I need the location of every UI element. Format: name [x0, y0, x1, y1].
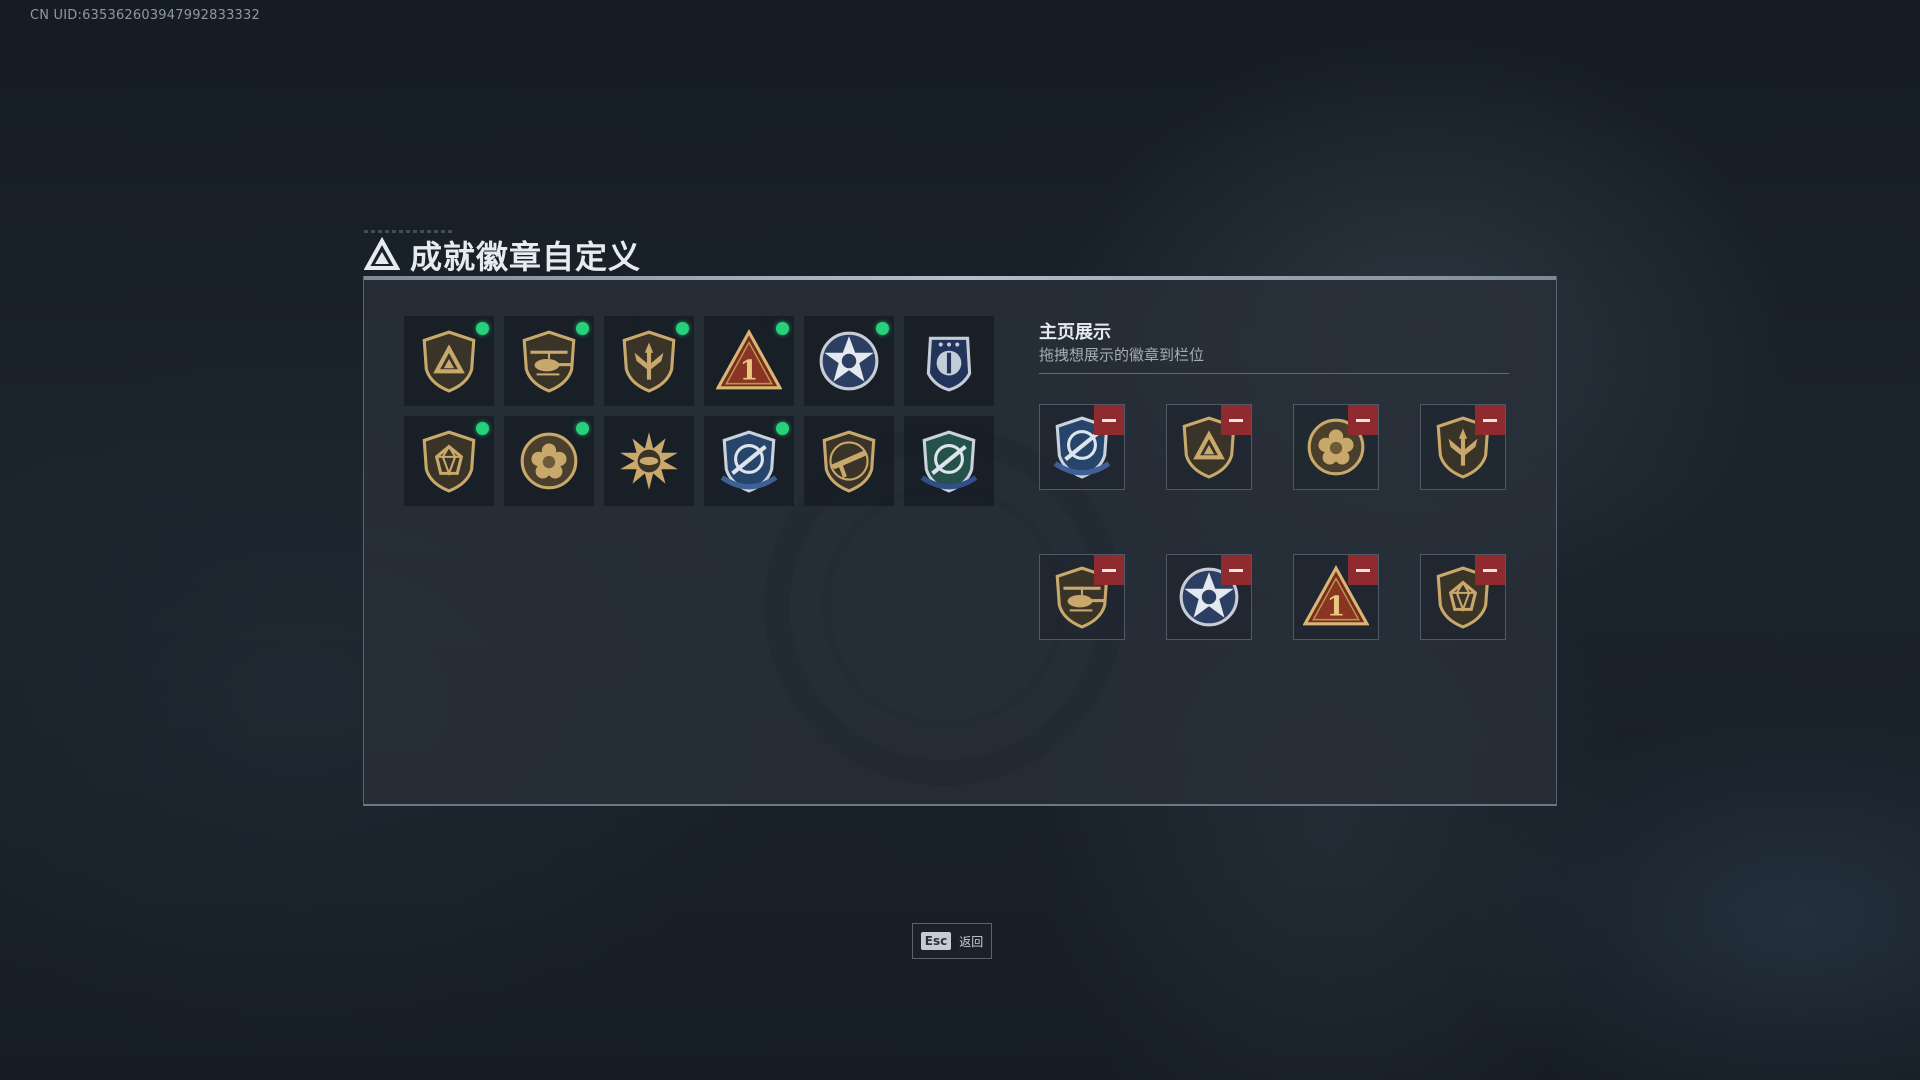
rifle-shield-badge-icon	[822, 430, 876, 493]
remove-badge-button[interactable]	[1221, 555, 1251, 585]
panel-top-border	[364, 276, 1556, 280]
showcase-slot-6[interactable]	[1166, 554, 1252, 640]
owned-badge-gem-shield-badge[interactable]	[404, 416, 494, 506]
showcase-slot-7[interactable]: 1	[1293, 554, 1379, 640]
owned-badge-blue-wing-badge[interactable]	[704, 416, 794, 506]
page-title: 成就徽章自定义	[410, 238, 642, 276]
new-indicator-dot	[476, 322, 489, 335]
flower-medal-badge-icon	[520, 432, 578, 490]
title-decoration	[364, 230, 454, 233]
minus-icon	[1102, 568, 1116, 572]
esc-key-hint: Esc	[920, 932, 952, 950]
background-emblem-inner	[822, 484, 1066, 728]
remove-badge-button[interactable]	[1475, 405, 1505, 435]
owned-badge-green-wing-badge[interactable]	[904, 416, 994, 506]
showcase-slot-3[interactable]	[1293, 404, 1379, 490]
showcase-slot-8[interactable]	[1420, 554, 1506, 640]
page-header: 成就徽章自定义	[364, 230, 642, 278]
number-one-badge-icon: 1	[716, 328, 782, 390]
owned-badge-flower-medal-badge[interactable]	[504, 416, 594, 506]
minus-icon	[1356, 418, 1370, 422]
back-button[interactable]: Esc 返回	[912, 923, 992, 959]
showcase-slot-2[interactable]	[1166, 404, 1252, 490]
svg-text:1: 1	[740, 356, 759, 387]
owned-badge-star-emblem-badge[interactable]	[804, 316, 894, 406]
showcase-divider	[1039, 373, 1509, 374]
helicopter-badge-icon	[522, 330, 576, 393]
new-indicator-dot	[776, 422, 789, 435]
spear-shield-badge-icon	[622, 330, 676, 393]
remove-badge-button[interactable]	[1221, 405, 1251, 435]
showcase-subtitle: 拖拽想展示的徽章到栏位	[1039, 346, 1205, 364]
owned-badge-sunburst-badge[interactable]	[604, 416, 694, 506]
minus-icon	[1483, 418, 1497, 422]
remove-badge-button[interactable]	[1475, 555, 1505, 585]
new-indicator-dot	[576, 322, 589, 335]
owned-badge-number-one-badge[interactable]: 1	[704, 316, 794, 406]
remove-badge-button[interactable]	[1348, 555, 1378, 585]
blue-rank-badge-icon	[926, 336, 972, 392]
new-indicator-dot	[476, 422, 489, 435]
owned-badge-grid: 1	[404, 316, 994, 506]
uid-label: CN UID:635362603947992833332	[30, 8, 260, 23]
new-indicator-dot	[576, 422, 589, 435]
remove-badge-button[interactable]	[1348, 405, 1378, 435]
owned-badge-rifle-shield-badge[interactable]	[804, 416, 894, 506]
minus-icon	[1229, 568, 1243, 572]
minus-icon	[1483, 568, 1497, 572]
showcase-slot-5[interactable]	[1039, 554, 1125, 640]
new-indicator-dot	[676, 322, 689, 335]
remove-badge-button[interactable]	[1094, 405, 1124, 435]
showcase-slot-1[interactable]	[1039, 404, 1125, 490]
minus-icon	[1356, 568, 1370, 572]
minus-icon	[1102, 418, 1116, 422]
svg-text:1: 1	[1327, 592, 1346, 623]
new-indicator-dot	[776, 322, 789, 335]
owned-badge-spear-shield-badge[interactable]	[604, 316, 694, 406]
back-label: 返回	[959, 934, 984, 949]
badge-panel: 1 主页展示 拖拽想展示的徽章到栏位 1	[363, 276, 1557, 806]
gem-shield-badge-icon	[422, 430, 476, 493]
minus-icon	[1229, 418, 1243, 422]
triangle-shield-badge-icon	[422, 330, 476, 393]
showcase-slot-4[interactable]	[1420, 404, 1506, 490]
triangle-logo-icon	[364, 237, 400, 270]
remove-badge-button[interactable]	[1094, 555, 1124, 585]
owned-badge-triangle-shield-badge[interactable]	[404, 316, 494, 406]
owned-badge-blue-rank-badge[interactable]	[904, 316, 994, 406]
star-emblem-badge-icon	[819, 331, 879, 391]
blue-wing-badge-icon	[720, 430, 778, 493]
new-indicator-dot	[876, 322, 889, 335]
showcase-title: 主页展示	[1039, 322, 1111, 343]
owned-badge-helicopter-badge[interactable]	[504, 316, 594, 406]
green-wing-badge-icon	[920, 430, 978, 493]
sunburst-badge-icon	[620, 432, 678, 490]
